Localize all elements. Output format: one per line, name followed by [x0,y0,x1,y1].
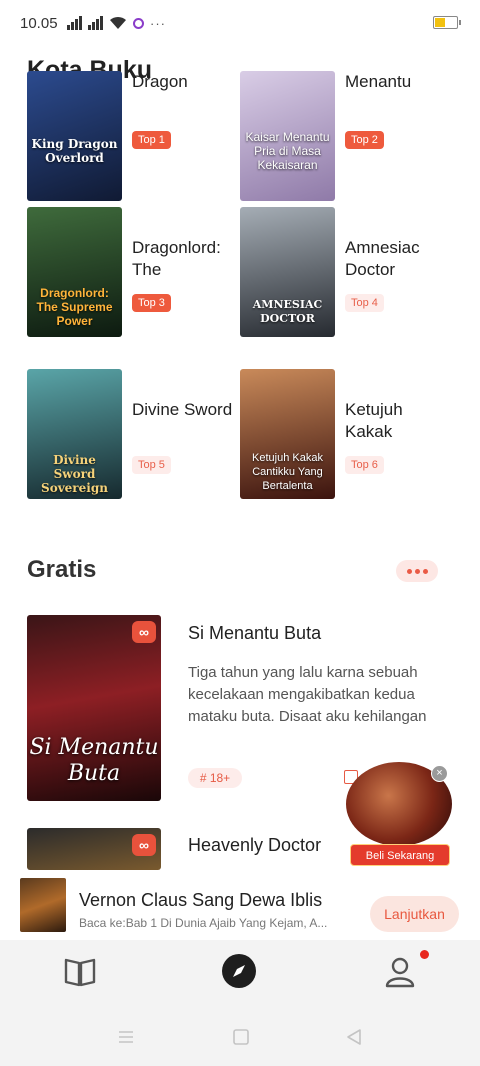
battery-icon [433,16,461,29]
current-book-title: Vernon Claus Sang Dewa Iblis [79,890,323,910]
more-notifications-icon: ··· [150,15,166,31]
free-book-title[interactable]: Heavenly Doctor [188,835,321,856]
current-chapter: Baca ke:Bab 1 Di Dunia Ajaib Yang Kejam,… [79,916,328,930]
free-book-cover[interactable]: ∞ [27,828,161,870]
rank-badge: Top 4 [345,294,384,312]
status-icons: ··· [67,14,166,32]
dot-icon [422,568,428,574]
ranking-book-5[interactable]: Divine Sword Sovereign Divine Sword Top … [27,369,237,499]
book-cover[interactable]: Kaisar Menantu Pria di Masa Kekaisaran [240,71,335,201]
ranking-book-3[interactable]: Dragonlord: The Supreme Power Dragonlord… [27,207,237,337]
dot-icon [414,568,420,574]
current-book-cover[interactable] [20,878,66,932]
rank-badge: Top 3 [132,294,171,312]
more-options-button[interactable] [396,560,438,582]
free-infinity-badge: ∞ [132,834,156,856]
book-title: Dragon [132,72,188,91]
book-title: Ketujuh Kakak [345,400,403,441]
free-book-title[interactable]: Si Menantu Buta [188,623,321,644]
close-icon[interactable]: × [431,765,448,782]
rank-badge: Top 5 [132,456,171,474]
ranking-book-4[interactable]: AMNESIAC DOCTOR Amnesiac Doctor Top 4 [240,207,450,337]
tab-discover[interactable] [222,954,258,990]
bottom-tab-bar [0,940,480,1010]
book-title: Amnesiac Doctor [345,238,420,279]
back-icon[interactable] [345,1028,363,1046]
dot-icon [406,568,412,574]
system-navigation-bar [0,1010,480,1066]
book-cover[interactable]: Divine Sword Sovereign [27,369,122,499]
tab-bookshelf[interactable] [62,954,98,990]
section-title-free: Gratis [27,556,97,583]
signal-icon [88,16,103,30]
free-infinity-badge: ∞ [132,621,156,643]
free-book-description: Tiga tahun yang lalu karna sebuah kecela… [188,664,427,725]
continue-button[interactable]: Lanjutkan [370,896,459,932]
signal-icon [67,16,82,30]
age-rating-tag: # 18+ [188,768,242,788]
tab-profile[interactable] [382,954,418,990]
continue-reading-bar[interactable]: Vernon Claus Sang Dewa Iblis Baca ke:Bab… [0,870,480,940]
cover-title-art: Si Menantu Buta [29,735,159,786]
book-cover[interactable]: Ketujuh Kakak Cantikku Yang Bertalenta [240,369,335,499]
profile-icon [385,957,415,988]
app-notification-icon [133,17,144,29]
wifi-icon [110,16,126,29]
book-title: Dragonlord: The [132,238,221,279]
book-cover[interactable]: King Dragon Overlord [27,71,122,201]
book-title: Menantu [345,72,412,91]
ranking-book-6[interactable]: Ketujuh Kakak Cantikku Yang Bertalenta K… [240,369,450,499]
rank-badge: Top 2 [345,131,384,149]
home-icon[interactable] [232,1028,250,1046]
notification-dot [420,950,429,959]
discover-compass-icon [222,954,256,988]
buy-now-button[interactable]: Beli Sekarang [350,844,450,866]
book-cover[interactable]: Dragonlord: The Supreme Power [27,207,122,337]
status-time: 10.05 [20,15,58,32]
rank-badge: Top 1 [132,131,171,149]
bookshelf-icon [64,958,96,987]
promo-floating-ad[interactable]: × Beli Sekarang [346,762,454,870]
rank-badge: Top 6 [345,456,384,474]
free-book-cover[interactable]: ∞ Si Menantu Buta [27,615,161,801]
ranking-book-1[interactable]: King Dragon Overlord Dragon Top 1 [27,71,237,201]
ranking-book-2[interactable]: Kaisar Menantu Pria di Masa Kekaisaran M… [240,71,450,201]
status-bar: 10.05 ··· [0,0,480,46]
recent-apps-icon[interactable] [117,1028,135,1046]
book-cover[interactable]: AMNESIAC DOCTOR [240,207,335,337]
book-title: Divine Sword [132,400,233,419]
